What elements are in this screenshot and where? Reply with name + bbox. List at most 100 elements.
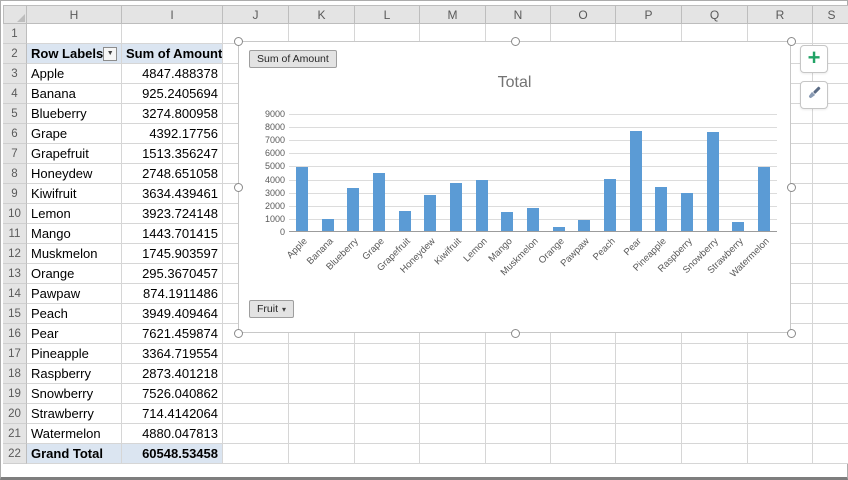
row-header-10[interactable]: 10 [3,204,27,224]
cell-L19[interactable] [355,384,420,404]
cell-H11[interactable]: Mango [27,224,122,244]
row-header-5[interactable]: 5 [3,104,27,124]
cell-Q21[interactable] [682,424,748,444]
cell-L21[interactable] [355,424,420,444]
cell-I8[interactable]: 2748.651058 [122,164,223,184]
cell-I2[interactable]: Sum of Amount [122,44,223,64]
cell-S10[interactable] [813,204,848,224]
row-header-15[interactable]: 15 [3,304,27,324]
row-header-20[interactable]: 20 [3,404,27,424]
cell-I7[interactable]: 1513.356247 [122,144,223,164]
cell-N21[interactable] [486,424,551,444]
row-header-6[interactable]: 6 [3,124,27,144]
cell-K18[interactable] [289,364,355,384]
cell-P17[interactable] [616,344,682,364]
cell-M21[interactable] [420,424,486,444]
cell-J17[interactable] [223,344,289,364]
chart-resize-handle[interactable] [787,329,796,338]
cell-I9[interactable]: 3634.439461 [122,184,223,204]
cell-S12[interactable] [813,244,848,264]
cell-H22[interactable]: Grand Total [27,444,122,464]
cell-I10[interactable]: 3923.724148 [122,204,223,224]
row-header-8[interactable]: 8 [3,164,27,184]
cell-P18[interactable] [616,364,682,384]
cell-Q20[interactable] [682,404,748,424]
bar-strawberry[interactable] [732,222,745,231]
bar-snowberry[interactable] [706,132,719,231]
cell-P22[interactable] [616,444,682,464]
cell-S11[interactable] [813,224,848,244]
cell-L17[interactable] [355,344,420,364]
cell-H16[interactable]: Pear [27,324,122,344]
chart-resize-handle[interactable] [787,37,796,46]
cell-L22[interactable] [355,444,420,464]
cell-K21[interactable] [289,424,355,444]
bar-grape[interactable] [372,173,385,231]
cell-H4[interactable]: Banana [27,84,122,104]
row-header-16[interactable]: 16 [3,324,27,344]
column-header-H[interactable]: H [27,5,122,24]
cell-H2[interactable]: Row Labels ▼ [27,44,122,64]
row-header-12[interactable]: 12 [3,244,27,264]
cell-S13[interactable] [813,264,848,284]
row-header-1[interactable]: 1 [3,24,27,44]
cell-S1[interactable] [813,24,848,44]
cell-M20[interactable] [420,404,486,424]
pivot-chart[interactable]: Sum of Amount Total Fruit ▾ 0 1000 2000 300… [234,37,796,338]
cell-S16[interactable] [813,324,848,344]
chart-title[interactable]: Total [239,74,790,92]
value-field-button[interactable]: Sum of Amount [249,50,337,68]
cell-M19[interactable] [420,384,486,404]
row-header-19[interactable]: 19 [3,384,27,404]
cell-I4[interactable]: 925.2405694 [122,84,223,104]
cell-S22[interactable] [813,444,848,464]
row-header-17[interactable]: 17 [3,344,27,364]
chart-elements-button[interactable]: + [800,45,828,73]
cell-S21[interactable] [813,424,848,444]
cell-H10[interactable]: Lemon [27,204,122,224]
cell-S9[interactable] [813,184,848,204]
cell-I6[interactable]: 4392.17756 [122,124,223,144]
bar-apple[interactable] [295,167,308,231]
cell-J22[interactable] [223,444,289,464]
row-header-2[interactable]: 2 [3,44,27,64]
cell-K20[interactable] [289,404,355,424]
cell-H14[interactable]: Pawpaw [27,284,122,304]
row-header-13[interactable]: 13 [3,264,27,284]
cell-S8[interactable] [813,164,848,184]
cell-H13[interactable]: Orange [27,264,122,284]
cell-J20[interactable] [223,404,289,424]
cell-H3[interactable]: Apple [27,64,122,84]
cell-H21[interactable]: Watermelon [27,424,122,444]
cell-P20[interactable] [616,404,682,424]
bar-honeydew[interactable] [424,195,437,231]
cell-L18[interactable] [355,364,420,384]
cell-K19[interactable] [289,384,355,404]
cell-R20[interactable] [748,404,813,424]
cell-S18[interactable] [813,364,848,384]
cell-S17[interactable] [813,344,848,364]
cell-S15[interactable] [813,304,848,324]
row-header-9[interactable]: 9 [3,184,27,204]
row-header-14[interactable]: 14 [3,284,27,304]
cell-Q17[interactable] [682,344,748,364]
chart-resize-handle[interactable] [787,183,796,192]
column-header-J[interactable]: J [223,5,289,24]
cell-R22[interactable] [748,444,813,464]
cell-I21[interactable]: 4880.047813 [122,424,223,444]
cell-I11[interactable]: 1443.701415 [122,224,223,244]
column-header-O[interactable]: O [551,5,616,24]
cell-H19[interactable]: Snowberry [27,384,122,404]
cell-I13[interactable]: 295.3670457 [122,264,223,284]
bar-blueberry[interactable] [347,188,360,231]
cell-K17[interactable] [289,344,355,364]
cell-Q18[interactable] [682,364,748,384]
column-header-L[interactable]: L [355,5,420,24]
cell-O22[interactable] [551,444,616,464]
cell-M18[interactable] [420,364,486,384]
row-labels-filter-button[interactable]: ▼ [103,46,118,61]
bar-pear[interactable] [629,131,642,231]
row-header-4[interactable]: 4 [3,84,27,104]
cell-N19[interactable] [486,384,551,404]
column-header-S[interactable]: S [813,5,848,24]
